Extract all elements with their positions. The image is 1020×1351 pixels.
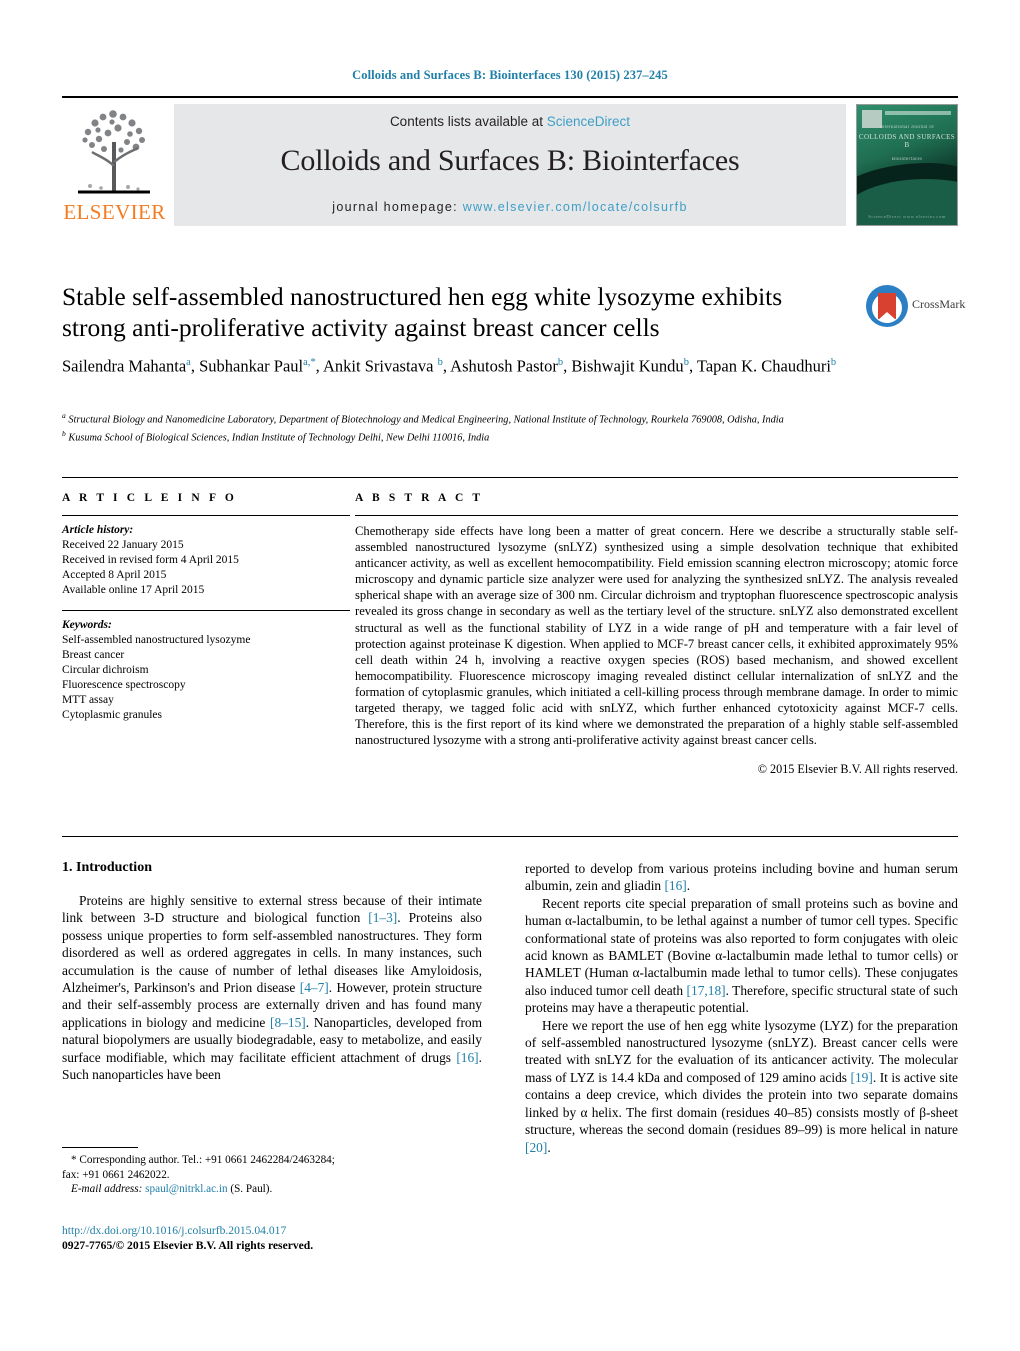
journal-homepage-url[interactable]: www.elsevier.com/locate/colsurfb <box>463 200 688 214</box>
intro-paragraph-right-2: Recent reports cite special preparation … <box>525 895 958 1016</box>
keyword-item: Cytoplasmic granules <box>62 709 162 721</box>
abstract-column: A B S T R A C T Chemotherapy side effect… <box>355 492 958 777</box>
sciencedirect-link[interactable]: ScienceDirect <box>547 114 630 129</box>
affiliation-a-text: Structural Biology and Nanomedicine Labo… <box>68 414 784 426</box>
footnote-rule <box>62 1147 138 1148</box>
email-line: E-mail address: spaul@nitrkl.ac.in (S. P… <box>62 1182 482 1197</box>
body-column-left: 1. Introduction Proteins are highly sens… <box>62 860 482 1083</box>
article-history-label: Article history: <box>62 524 134 536</box>
info-top-rule <box>62 477 958 478</box>
keyword-item: MTT assay <box>62 694 114 706</box>
running-head: Colloids and Surfaces B: Biointerfaces 1… <box>352 68 668 82</box>
homepage-prefix: journal homepage: <box>332 200 463 214</box>
article-info-heading: A R T I C L E I N F O <box>62 492 237 504</box>
history-item: Accepted 8 April 2015 <box>62 569 167 581</box>
corresponding-author-note: * Corresponding author. Tel.: +91 0661 2… <box>62 1153 482 1197</box>
fax-line: fax: +91 0661 2462022. <box>62 1168 170 1181</box>
history-item: Available online 17 April 2015 <box>62 584 205 596</box>
abstract-copyright: © 2015 Elsevier B.V. All rights reserved… <box>757 762 958 777</box>
doi-block: http://dx.doi.org/10.1016/j.colsurfb.201… <box>62 1223 482 1253</box>
contents-line: Contents lists available at ScienceDirec… <box>174 114 846 129</box>
section-heading-introduction: 1. Introduction <box>62 860 152 875</box>
journal-cover-thumbnail: International Journal of COLLOIDS AND SU… <box>856 104 958 226</box>
keyword-item: Fluorescence spectroscopy <box>62 679 186 691</box>
corresponding-author-line: * Corresponding author. Tel.: +91 0661 2… <box>71 1154 335 1166</box>
body-column-right: reported to develop from various protein… <box>525 860 958 1156</box>
cover-subtitle: Biointerfaces <box>891 157 923 162</box>
keywords-list: Self-assembled nanostructured lysozyme B… <box>62 633 350 723</box>
crossmark-label: CrossMark <box>912 297 966 311</box>
elsevier-tree-icon <box>68 106 160 198</box>
crossmark-badge[interactable]: CrossMark <box>866 283 965 331</box>
cover-top-line <box>885 111 951 115</box>
elsevier-wordmark: ELSEVIER <box>63 200 166 224</box>
history-item: Received 22 January 2015 <box>62 539 184 551</box>
crossmark-icon <box>866 285 908 327</box>
journal-title: Colloids and Surfaces B: Biointerfaces <box>280 144 740 177</box>
affiliations: a Structural Biology and Nanomedicine La… <box>62 409 852 444</box>
intro-paragraph-right-3: Here we report the use of hen egg white … <box>525 1017 958 1155</box>
cover-title: COLLOIDS AND SURFACES B <box>858 133 956 149</box>
journal-homepage-line: journal homepage: www.elsevier.com/locat… <box>174 200 846 214</box>
affiliation-a: a Structural Biology and Nanomedicine La… <box>62 411 784 426</box>
journal-masthead: ELSEVIER Contents lists available at Sci… <box>62 100 958 228</box>
history-item: Received in revised form 4 April 2015 <box>62 554 239 566</box>
article-history-list: Received 22 January 2015 Received in rev… <box>62 538 350 598</box>
article-page: Colloids and Surfaces B: Biointerfaces 1… <box>0 0 1020 1351</box>
email-suffix: (S. Paul). <box>230 1183 273 1196</box>
doi-link[interactable]: http://dx.doi.org/10.1016/j.colsurfb.201… <box>62 1224 286 1237</box>
elsevier-logo: ELSEVIER <box>62 102 167 228</box>
cover-kicker: International Journal of <box>879 125 935 130</box>
abstract-heading: A B S T R A C T <box>355 492 484 504</box>
masthead-band: Contents lists available at ScienceDirec… <box>174 104 846 226</box>
page-title: Stable self-assembled nanostructured hen… <box>62 282 783 342</box>
top-rule <box>62 96 958 98</box>
abstract-text: Chemotherapy side effects have long been… <box>355 524 958 748</box>
cover-footer: ScienceDirect www.elsevier.com <box>868 214 946 219</box>
contents-prefix: Contents lists available at <box>389 114 547 129</box>
issn-copyright-line: 0927-7765/© 2015 Elsevier B.V. All right… <box>62 1239 314 1252</box>
intro-paragraph-left: Proteins are highly sensitive to externa… <box>62 893 483 1083</box>
intro-paragraph-right-1: reported to develop from various protein… <box>525 861 958 894</box>
keyword-item: Circular dichroism <box>62 664 149 676</box>
crossmark-notch <box>878 312 896 320</box>
info-divider-2 <box>62 610 350 611</box>
author-list: Sailendra Mahantaa, Subhankar Paula,*, A… <box>62 356 837 376</box>
affiliation-b: b Kusuma School of Biological Sciences, … <box>62 428 490 444</box>
abstract-bottom-rule <box>62 836 958 837</box>
abstract-divider <box>355 515 958 516</box>
keywords-label: Keywords: <box>62 619 112 631</box>
doi-line: http://dx.doi.org/10.1016/j.colsurfb.201… <box>62 1223 482 1238</box>
email-label: E-mail address: <box>71 1183 143 1196</box>
affiliation-b-text: Kusuma School of Biological Sciences, In… <box>68 432 490 444</box>
keyword-item: Breast cancer <box>62 649 125 661</box>
info-divider-1 <box>62 515 350 516</box>
keyword-item: Self-assembled nanostructured lysozyme <box>62 634 251 646</box>
article-info-column: A R T I C L E I N F O Article history: R… <box>62 492 350 723</box>
email-link[interactable]: spaul@nitrkl.ac.in <box>145 1183 227 1195</box>
